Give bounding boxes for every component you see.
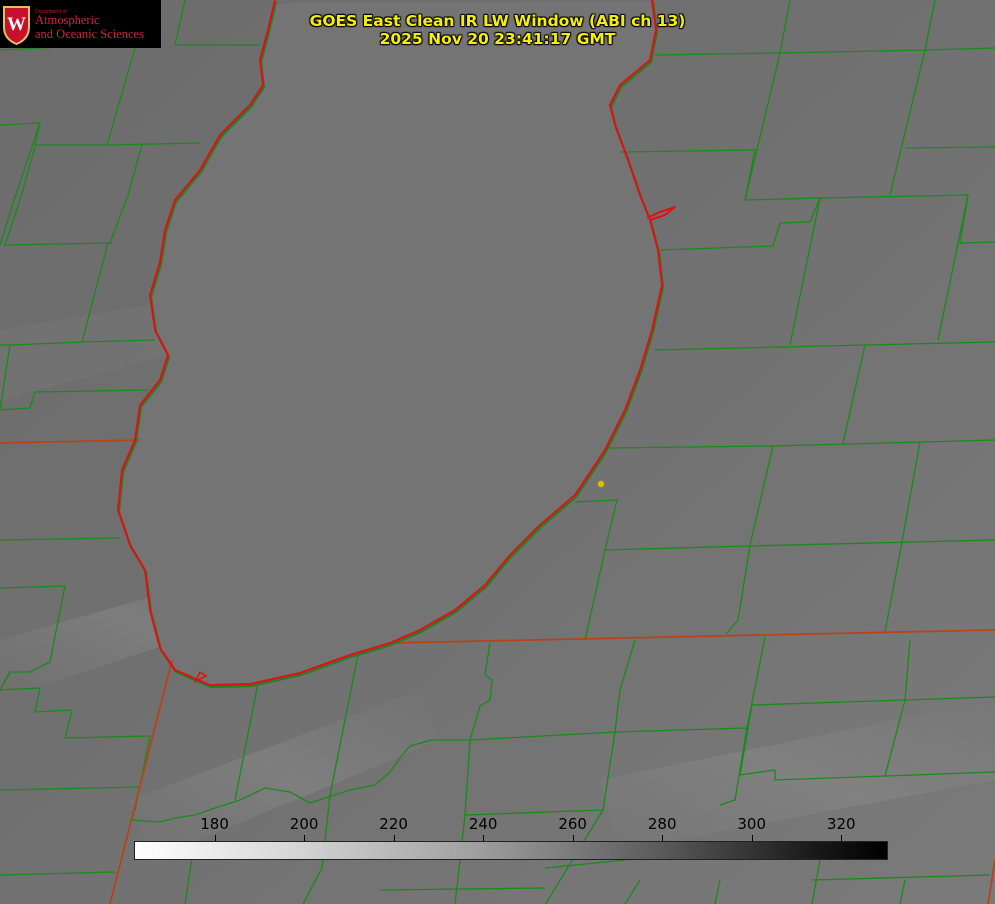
colorbar-tick-label: 180	[200, 815, 229, 833]
image-title: GOES East Clean IR LW Window (ABI ch 13)	[309, 12, 686, 30]
colorbar-tick-label: 260	[558, 815, 587, 833]
colorbar-tick-label: 200	[289, 815, 319, 833]
colorbar-gradient	[134, 841, 888, 860]
ir-satellite-map	[0, 0, 995, 904]
colorbar-tick-mark	[841, 835, 842, 841]
colorbar-tick-label: 240	[468, 815, 498, 833]
colorbar-tick-mark	[483, 835, 484, 841]
image-timestamp: 2025 Nov 20 23:41:17 GMT	[379, 30, 616, 48]
colorbar-tick-mark	[752, 835, 753, 841]
colorbar-tick-mark	[304, 835, 305, 841]
colorbar-tick-mark	[662, 835, 663, 841]
satellite-image-viewer: W Department of Atmospheric and Oceanic …	[0, 0, 995, 904]
colorbar-tick-mark	[573, 835, 574, 841]
colorbar-tick-label: 300	[737, 815, 767, 833]
colorbar-tick-label: 320	[826, 815, 856, 833]
colorbar-tick-label: 220	[379, 815, 408, 833]
colorbar-tick-label: 280	[647, 815, 677, 833]
colorbar-tick-mark	[215, 835, 216, 841]
location-marker	[597, 480, 605, 488]
colorbar-tick-mark	[394, 835, 395, 841]
